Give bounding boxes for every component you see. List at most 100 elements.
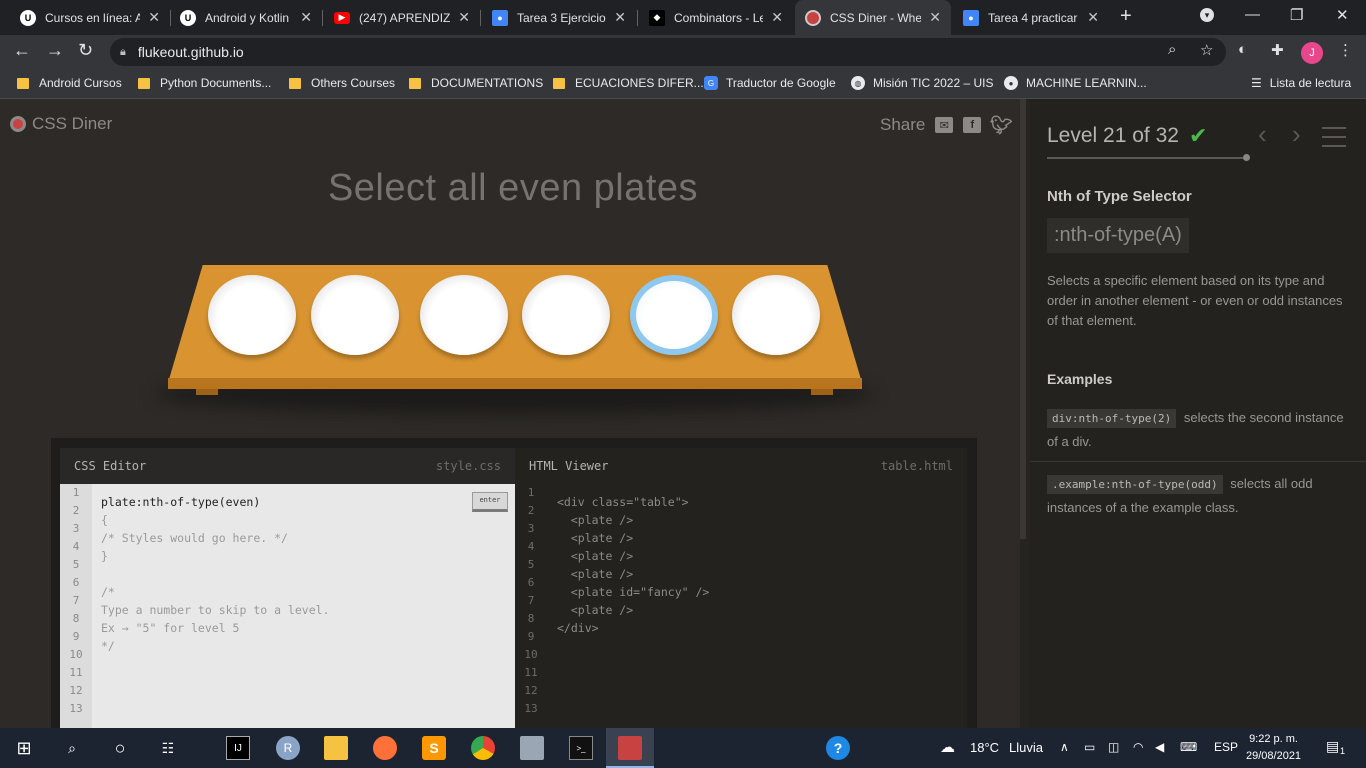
clock[interactable]: 9:22 p. m. 29/08/2021	[1246, 731, 1301, 765]
weather-icon[interactable]: ☁	[940, 738, 955, 756]
help-icon[interactable]: ?	[826, 736, 850, 760]
notification-icon[interactable]: ▤	[1326, 738, 1339, 755]
email-icon[interactable]: ✉	[935, 117, 954, 133]
puzzle-icon[interactable]: ✚	[1271, 41, 1284, 59]
bookmark-item[interactable]: ● MACHINE LEARNIN...	[1004, 76, 1147, 90]
editor-panel: CSS Editor style.css 1 2 3 4 5 6 7 8 9 10 11 12 13 p…	[51, 438, 977, 728]
minimize-icon[interactable]: —	[1245, 6, 1260, 23]
terminal-icon[interactable]: >_	[569, 736, 593, 760]
plate[interactable]	[522, 275, 610, 355]
plate[interactable]	[208, 275, 296, 355]
table-edge	[168, 378, 862, 389]
code-line: <plate />	[557, 531, 634, 545]
close-icon[interactable]: ✕	[148, 9, 160, 26]
facebook-icon[interactable]: f	[963, 117, 982, 133]
code-line: <plate />	[557, 567, 634, 581]
windows-start-icon[interactable]: ⊞	[12, 736, 36, 760]
weather-temperature[interactable]: 18°C	[970, 740, 999, 755]
menu-icon[interactable]: ⋮	[1338, 41, 1353, 59]
chrome-icon[interactable]	[471, 736, 495, 760]
task-view-icon[interactable]: ☷	[156, 736, 180, 760]
twitter-icon[interactable]: 🐦︎	[990, 115, 1013, 135]
html-code[interactable]: <div class="table"> <plate /> <plate /> …	[557, 493, 709, 727]
meet-icon[interactable]: ◫	[1108, 740, 1119, 754]
browser-tab[interactable]: ● Tarea 4 practicar ✕	[953, 0, 1109, 35]
bookmark-item[interactable]: ◍ Misión TIC 2022 – UIS	[851, 76, 994, 90]
next-level-icon[interactable]: ›	[1292, 119, 1301, 150]
close-icon[interactable]: ✕	[771, 9, 783, 26]
zoom-search-icon[interactable]: ⌕	[1168, 41, 1176, 58]
back-icon[interactable]: ←	[13, 40, 31, 61]
bookmark-star-icon[interactable]: ☆	[1200, 41, 1213, 59]
browser-tab[interactable]: U Android y Kotlin I ✕	[170, 0, 322, 35]
battery-icon[interactable]: ▭	[1084, 740, 1095, 754]
new-tab-icon[interactable]: +	[1120, 5, 1132, 28]
close-icon[interactable]: ✕	[614, 9, 626, 26]
avatar[interactable]: J	[1301, 42, 1323, 64]
close-window-icon[interactable]: ✕	[1336, 6, 1349, 24]
code-line: </div>	[557, 621, 599, 635]
intellij-icon[interactable]: IJ	[226, 736, 250, 760]
reading-list[interactable]: ☰ Lista de lectura	[1251, 76, 1351, 90]
plate[interactable]	[311, 275, 399, 355]
clock-time: 9:22 p. m.	[1249, 733, 1298, 745]
cortana-icon[interactable]: ○	[108, 736, 132, 760]
folder-icon	[17, 77, 29, 89]
browser-tab-active[interactable]: CSS Diner - Wher ✕	[795, 0, 951, 35]
plate[interactable]	[732, 275, 820, 355]
chevron-up-icon[interactable]: ∧	[1060, 740, 1069, 754]
app-icon[interactable]	[618, 736, 642, 760]
browser-tab[interactable]: ● Tarea 3 Ejercicios ✕	[482, 0, 636, 35]
search-icon[interactable]: ⌕	[60, 736, 84, 760]
close-icon[interactable]: ✕	[1087, 9, 1099, 26]
close-icon[interactable]: ✕	[458, 9, 470, 26]
bookmark-label: Others Courses	[311, 76, 396, 90]
bookmark-item[interactable]: DOCUMENTATIONS	[409, 76, 543, 90]
forward-icon[interactable]: →	[46, 40, 64, 61]
control-panel-icon[interactable]	[520, 736, 544, 760]
address-bar[interactable]: 🔒︎ flukeout.github.io	[110, 38, 1226, 66]
code-line: <plate />	[557, 549, 634, 563]
language-indicator[interactable]: ESP	[1214, 740, 1238, 754]
html-viewer: HTML Viewer table.html 1 2 3 4 5 6 7 8 9 10 11 12 13…	[515, 448, 967, 728]
bookmark-item[interactable]: ECUACIONES DIFER...	[553, 76, 704, 90]
enter-button[interactable]: enter	[472, 492, 508, 512]
line-number: 9	[527, 630, 535, 643]
bookmark-item[interactable]: Python Documents...	[138, 76, 271, 90]
close-icon[interactable]: ✕	[929, 9, 941, 26]
reload-icon[interactable]: ↻	[78, 40, 93, 61]
css-code-area[interactable]: 1 2 3 4 5 6 7 8 9 10 11 12 13 plate:nth-of-type(even…	[60, 484, 515, 728]
close-icon[interactable]: ✕	[300, 9, 312, 26]
brand[interactable]: CSS Diner	[10, 114, 112, 134]
file-explorer-icon[interactable]	[324, 736, 348, 760]
plate-fancy[interactable]	[630, 275, 718, 355]
keyboard-icon[interactable]: ⌨	[1180, 740, 1197, 754]
browser-tab[interactable]: ▶ (247) APRENDIZA ✕	[324, 0, 480, 35]
bookmark-item[interactable]: Others Courses	[289, 76, 395, 90]
github-icon: ●	[1004, 76, 1018, 90]
restore-icon[interactable]: ❐	[1290, 6, 1303, 24]
level-menu-icon[interactable]	[1322, 127, 1346, 154]
code-line: Ex → "5" for level 5	[101, 621, 240, 635]
previous-level-icon[interactable]: ‹	[1258, 119, 1267, 150]
weather-condition[interactable]: Lluvia	[1009, 740, 1043, 755]
scrollbar-thumb[interactable]	[1020, 99, 1026, 539]
r-icon[interactable]: R	[276, 736, 300, 760]
browser-tab[interactable]: U Cursos en línea: A ✕	[10, 0, 170, 35]
bookmark-item[interactable]: G Traductor de Google	[704, 76, 836, 90]
css-code[interactable]: plate:nth-of-type(even) {/* Styles would …	[101, 493, 329, 727]
bookmark-item[interactable]: Android Cursos	[17, 76, 122, 90]
sublime-text-icon[interactable]: S	[422, 736, 446, 760]
browser-tab[interactable]: ◆ Combinators - Le ✕	[639, 0, 793, 35]
bookmark-label: MACHINE LEARNIN...	[1026, 76, 1147, 90]
wifi-icon[interactable]: ◠	[1133, 740, 1143, 754]
volume-icon[interactable]: ◀	[1155, 740, 1164, 754]
firefox-icon[interactable]	[373, 736, 397, 760]
extension-icon[interactable]: ◐	[1238, 41, 1247, 58]
plate[interactable]	[420, 275, 508, 355]
tab-search-icon[interactable]: ▾	[1200, 8, 1214, 22]
level-header[interactable]: Level 21 of 32 ✔	[1047, 123, 1207, 149]
